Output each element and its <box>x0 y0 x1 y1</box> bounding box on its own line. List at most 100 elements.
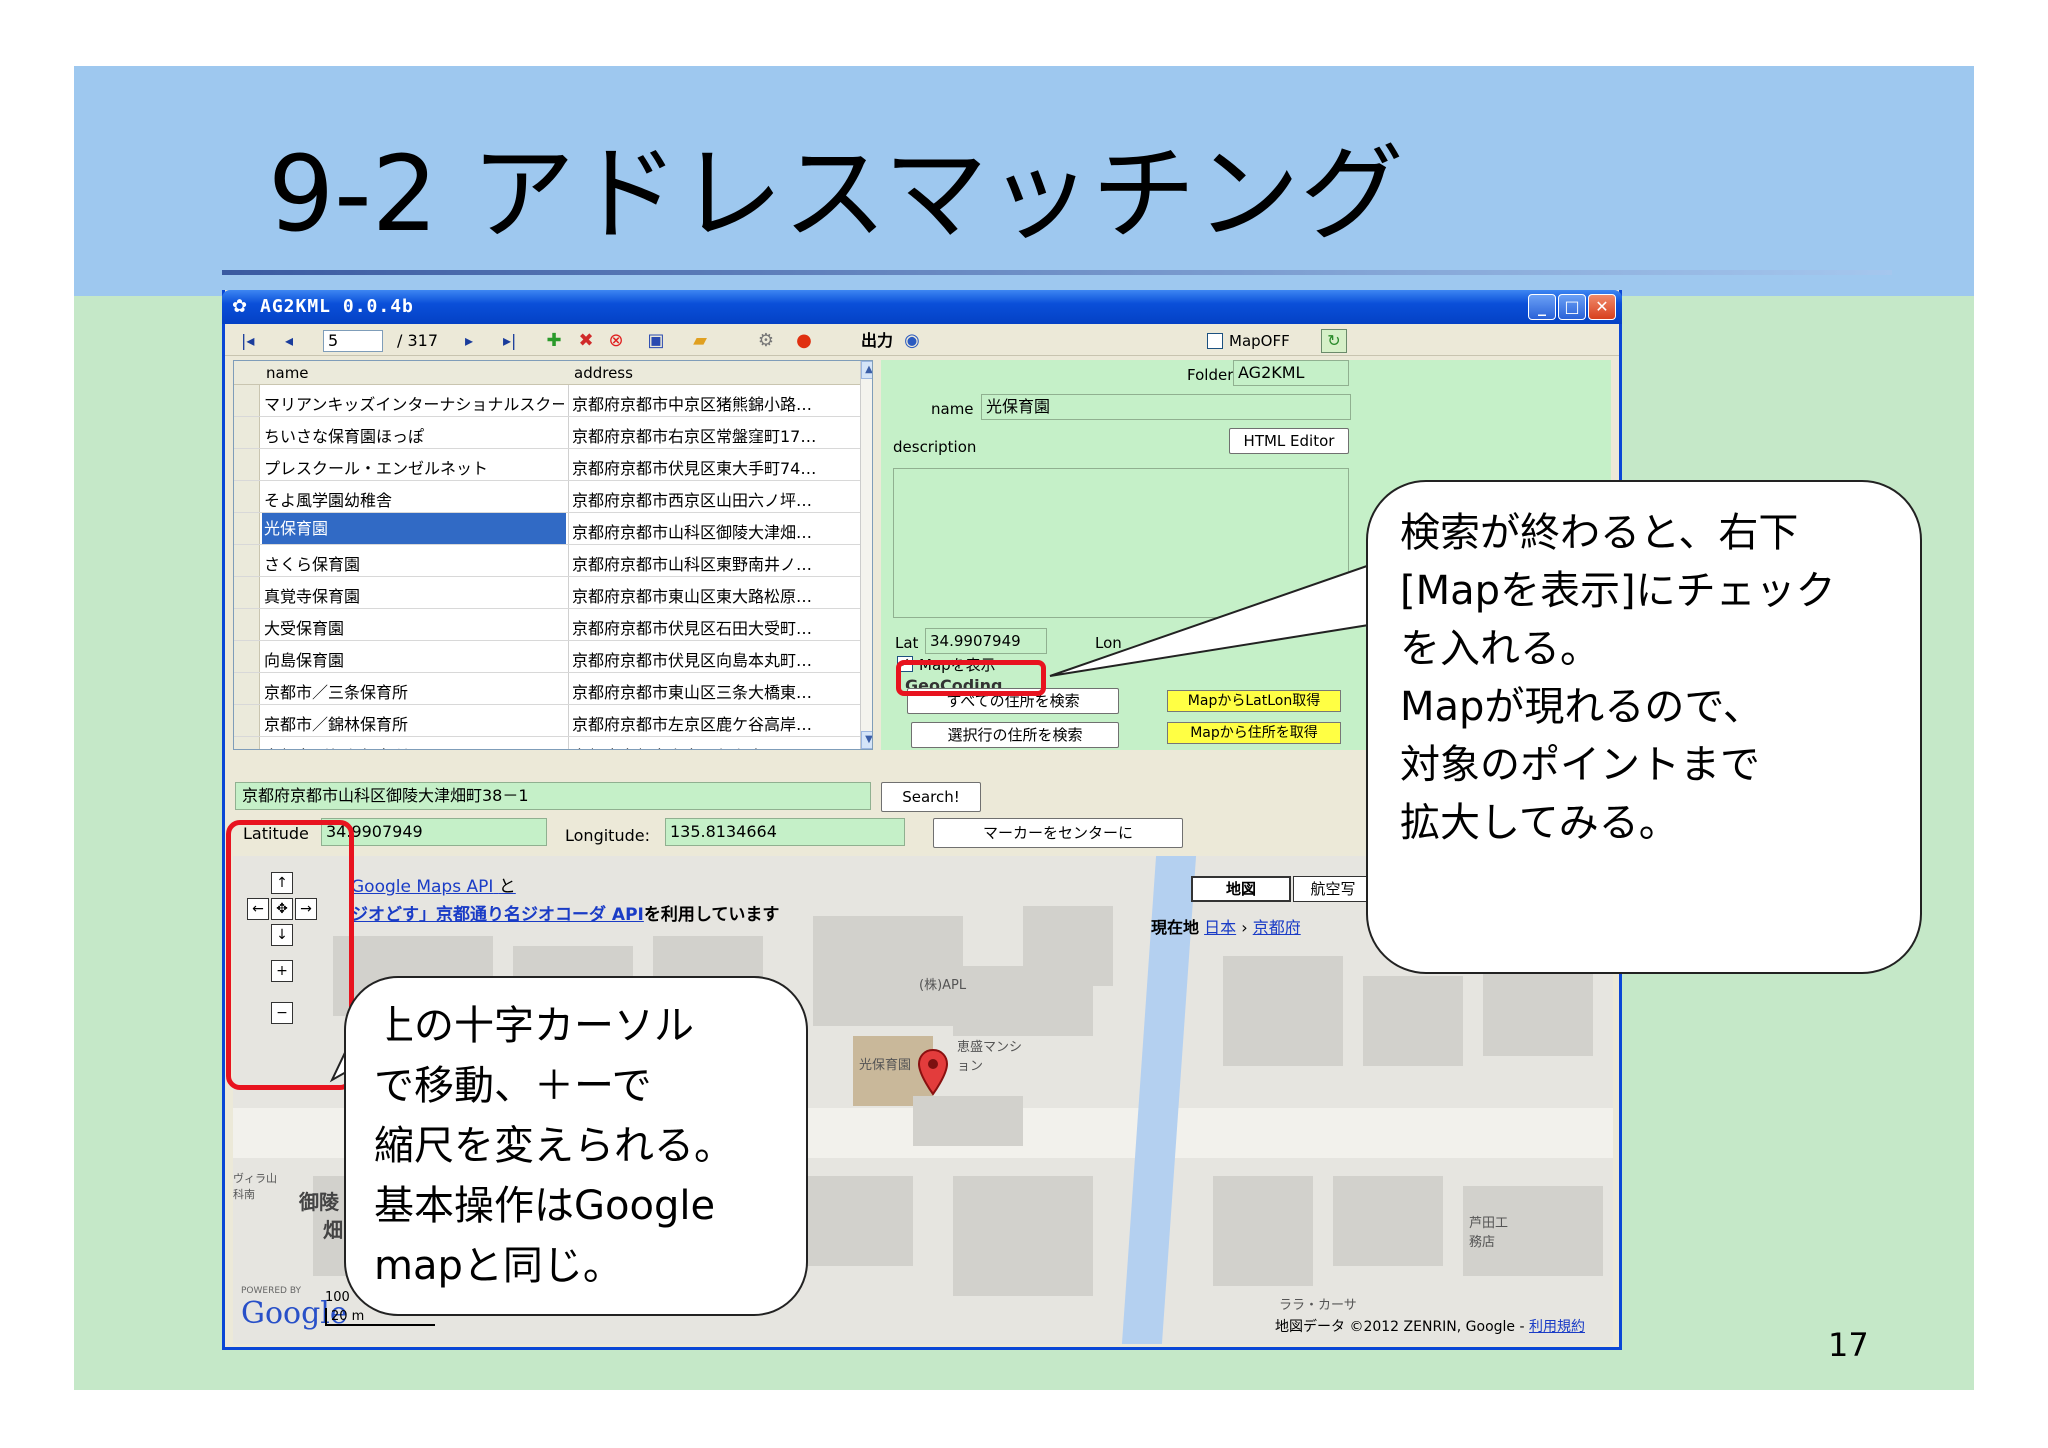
callout-line: 基本操作はGoogle <box>374 1183 716 1229</box>
table-row[interactable]: さくら保育園 京都府京都市山科区東野南井ノ… <box>234 545 862 577</box>
row-header[interactable] <box>234 417 260 448</box>
column-address[interactable]: address <box>574 364 633 382</box>
record-number-input[interactable]: 5 <box>323 330 383 352</box>
refresh-icon[interactable]: ↻ <box>1321 329 1347 353</box>
cell-separator <box>568 673 569 704</box>
cell-name: 向島保育園 <box>264 651 345 670</box>
table-row[interactable]: 向島保育園 京都府京都市伏見区向島本丸町… <box>234 641 862 673</box>
longitude-label: Longitude: <box>565 826 650 845</box>
prev-record-button[interactable]: ◂ <box>285 331 293 351</box>
globe-icon[interactable]: ◉ <box>901 330 923 352</box>
get-latlon-button[interactable]: MapからLatLon取得 <box>1167 690 1341 712</box>
table-row[interactable]: 京都市／仁和保育所 京都府京都市上京区仁和寺… <box>234 737 862 749</box>
map-marker-icon[interactable] <box>917 1048 949 1096</box>
latitude-field[interactable]: 34.9907949 <box>321 818 547 846</box>
cell-name: そよ風学園幼稚舎 <box>264 491 393 510</box>
cell-separator <box>568 577 569 608</box>
table-row[interactable]: ちいさな保育園ほっぽ 京都府京都市右京区常盤窪町17… <box>234 417 862 449</box>
cell-address: 京都府京都市西京区山田六ノ坪… <box>572 491 813 510</box>
cell-name: 光保育園 <box>262 513 566 544</box>
description-label: description <box>893 438 977 456</box>
column-name[interactable]: name <box>266 364 309 382</box>
name-field[interactable]: 光保育園 <box>981 394 1351 420</box>
scroll-up-icon[interactable]: ▲ <box>861 361 872 379</box>
row-header[interactable] <box>234 481 260 512</box>
google-maps-api-link[interactable]: Google Maps API <box>351 877 493 897</box>
slide-left-band <box>74 296 222 1390</box>
output-menu[interactable]: 出力 <box>861 331 893 351</box>
search-selected-button[interactable]: 選択行の住所を検索 <box>911 722 1119 748</box>
description-textarea[interactable] <box>893 468 1349 618</box>
delete-icon[interactable]: ✖ <box>575 330 597 352</box>
cell-separator <box>568 609 569 640</box>
row-header[interactable] <box>234 513 260 544</box>
window-titlebar[interactable]: ✿ AG2KML 0.0.4b _ □ ✕ <box>222 290 1622 324</box>
callout-line: 対象のポイントまで <box>1400 742 1760 788</box>
cell-name: 京都市／仁和保育所 <box>264 743 564 749</box>
next-record-button[interactable]: ▸ <box>465 331 473 351</box>
row-header[interactable] <box>234 737 260 749</box>
record-icon[interactable]: ● <box>793 330 815 352</box>
table-row[interactable]: 京都市／三条保育所 京都府京都市東山区三条大橋東… <box>234 673 862 705</box>
folder-icon[interactable]: ▰ <box>689 330 711 352</box>
row-header[interactable] <box>234 609 260 640</box>
cell-separator <box>568 417 569 448</box>
table-row[interactable]: 光保育園 京都府京都市山科区御陵大津畑… <box>234 513 862 545</box>
crumb-kyoto[interactable]: 京都府 <box>1253 918 1301 937</box>
page-number: 17 <box>1828 1326 1869 1364</box>
minimize-button[interactable]: _ <box>1528 294 1556 320</box>
table-row[interactable]: プレスクール・エンゼルネット 京都府京都市伏見区東大手町74… <box>234 449 862 481</box>
lat-field[interactable]: 34.9907949 <box>925 628 1047 654</box>
html-editor-button[interactable]: HTML Editor <box>1229 428 1349 454</box>
maximize-button[interactable]: □ <box>1558 294 1586 320</box>
cell-address: 京都府京都市山科区東野南井ノ… <box>572 555 813 574</box>
mapoff-checkbox[interactable] <box>1207 333 1223 349</box>
folder-field[interactable]: AG2KML <box>1233 360 1349 386</box>
crumb-japan[interactable]: 日本 <box>1204 918 1236 937</box>
cell-separator <box>568 641 569 672</box>
geocoder-link[interactable]: ジオどす」京都通り名ジオコーダ API <box>351 905 644 925</box>
get-address-button[interactable]: Mapから住所を取得 <box>1167 722 1341 744</box>
cell-name: 京都市／三条保育所 <box>264 683 409 702</box>
cancel-icon[interactable]: ⊗ <box>605 330 627 352</box>
cell-name: 真覚寺保育園 <box>264 587 361 606</box>
scroll-down-icon[interactable]: ▼ <box>861 731 872 749</box>
callout-line: 縮尺を変えられる。 <box>374 1123 734 1169</box>
row-header[interactable] <box>234 385 260 416</box>
table-row[interactable]: 真覚寺保育園 京都府京都市東山区東大路松原… <box>234 577 862 609</box>
maptype-map-button[interactable]: 地図 <box>1191 876 1291 902</box>
callout-left: 上の十字カーソル で移動、＋ーで 縮尺を変えられる。 基本操作はGoogle mapと同… <box>344 976 808 1316</box>
longitude-field[interactable]: 135.8134664 <box>665 818 905 846</box>
slide-title: 9-2 アドレスマッチング <box>268 133 1404 255</box>
add-icon[interactable]: ✚ <box>543 330 565 352</box>
row-header[interactable] <box>234 705 260 736</box>
row-header[interactable] <box>234 577 260 608</box>
map-geocoder-attribution: ジオどす」京都通り名ジオコーダ APIを利用しています <box>351 900 779 925</box>
table-row[interactable]: 大受保育園 京都府京都市伏見区石田大受町… <box>234 609 862 641</box>
terms-link[interactable]: 利用規約 <box>1529 1319 1585 1335</box>
table-row[interactable]: 京都市／錦林保育所 京都府京都市左京区鹿ケ谷高岸… <box>234 705 862 737</box>
search-button[interactable]: Search! <box>881 782 981 812</box>
row-header[interactable] <box>234 449 260 480</box>
map-label-misasagi: 御陵 <box>299 1190 339 1214</box>
row-header[interactable] <box>234 673 260 704</box>
maptype-aerial-button[interactable]: 航空写 <box>1293 876 1373 902</box>
close-button[interactable]: ✕ <box>1588 294 1616 320</box>
callout-line: 拡大してみる。 <box>1400 800 1679 846</box>
center-marker-button[interactable]: マーカーをセンターに <box>933 818 1183 848</box>
location-breadcrumb: 現在地 日本 › 京都府 <box>1151 918 1301 937</box>
map-label-hikari: 光保育園 <box>859 1058 912 1073</box>
address-input[interactable]: 京都府京都市山科区御陵大津畑町38－1 <box>235 782 871 810</box>
slide-bottom-band <box>222 1350 1974 1390</box>
row-header[interactable] <box>234 545 260 576</box>
table-scrollbar[interactable]: ▲ ▼ <box>860 361 872 749</box>
row-header[interactable] <box>234 641 260 672</box>
first-record-button[interactable]: |◂ <box>241 331 254 351</box>
save-icon[interactable]: ▣ <box>645 330 667 352</box>
last-record-button[interactable]: ▸| <box>503 331 516 351</box>
gear-icon[interactable]: ⚙ <box>755 330 777 352</box>
scale-top-label: 100 <box>325 1290 350 1305</box>
cell-name: マリアンキッズインターナショナルスクール <box>264 395 564 414</box>
table-row[interactable]: そよ風学園幼稚舎 京都府京都市西京区山田六ノ坪… <box>234 481 862 513</box>
table-row[interactable]: マリアンキッズインターナショナルスクール 京都府京都市中京区猪熊錦小路… <box>234 385 862 417</box>
